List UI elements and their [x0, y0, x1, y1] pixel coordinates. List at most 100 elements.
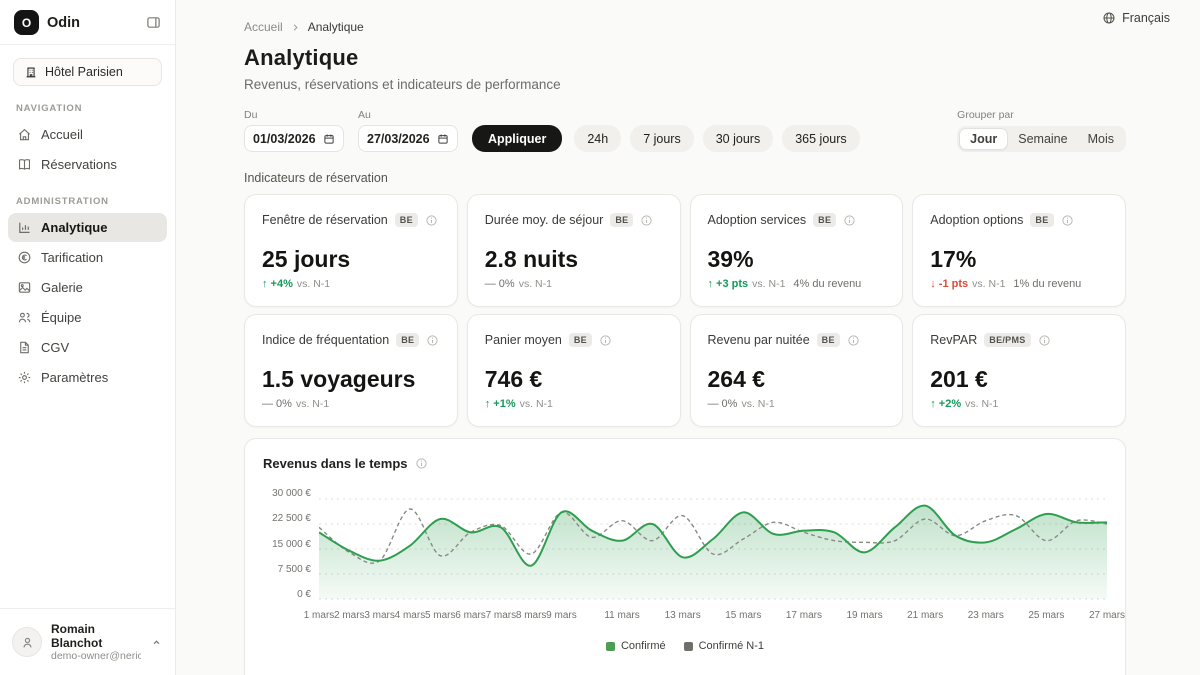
kpi-delta: ↓ -1 pts — [930, 278, 968, 290]
sidebar-item-tarification[interactable]: Tarification — [8, 243, 167, 272]
y-tick-label: 22 500 € — [263, 513, 311, 524]
info-icon[interactable] — [599, 334, 612, 347]
chart-title: Revenus dans le temps — [263, 456, 408, 471]
info-icon[interactable] — [415, 457, 428, 470]
user-name: Romain Blanchot — [51, 622, 141, 650]
preset-365days-button[interactable]: 365 jours — [782, 125, 859, 152]
sidebar-item-label: Accueil — [41, 127, 83, 142]
revenue-chart-card: Revenus dans le temps 30 000 €22 500 €15… — [244, 438, 1126, 675]
info-icon[interactable] — [843, 214, 856, 227]
sidebar-header: O Odin — [0, 0, 175, 45]
x-tick-label: 4 mars — [395, 610, 426, 621]
sidebar-item-galerie[interactable]: Galerie — [8, 273, 167, 302]
sidebar-item-label: CGV — [41, 340, 69, 355]
user-menu[interactable]: Romain Blanchot demo-owner@nerion... — [0, 608, 175, 675]
date-from-label: Du — [244, 109, 344, 121]
kpi-value: 25 jours — [262, 246, 440, 273]
info-icon[interactable] — [425, 214, 438, 227]
info-icon[interactable] — [426, 334, 439, 347]
info-icon[interactable] — [1061, 214, 1074, 227]
kpi-source-badge: BE — [813, 213, 836, 227]
chevron-up-icon — [150, 636, 163, 649]
date-from-input[interactable]: 01/03/2026 — [244, 125, 344, 152]
kpi-section-title: Indicateurs de réservation — [244, 171, 1126, 185]
kpi-value: 264 € — [708, 366, 886, 393]
x-tick-label: 9 mars — [546, 610, 577, 621]
kpi-title: Indice de fréquentation — [262, 333, 389, 347]
kpi-title: Adoption options — [930, 213, 1023, 227]
info-icon[interactable] — [640, 214, 653, 227]
globe-icon — [1102, 11, 1116, 25]
sidebar-item-label: Analytique — [41, 220, 107, 235]
kpi-value: 39% — [708, 246, 886, 273]
kpi-title: RevPAR — [930, 333, 977, 347]
date-to-input[interactable]: 27/03/2026 — [358, 125, 458, 152]
chart-plot-area[interactable]: 1 mars2 mars3 mars4 mars5 mars6 mars7 ma… — [319, 493, 1107, 626]
date-to-value: 27/03/2026 — [367, 132, 430, 146]
group-day-button[interactable]: Jour — [959, 128, 1008, 150]
legend-item[interactable]: Confirmé N-1 — [684, 640, 764, 652]
legend-label: Confirmé N-1 — [699, 640, 764, 652]
breadcrumb-home[interactable]: Accueil — [244, 20, 283, 34]
kpi-title: Fenêtre de réservation — [262, 213, 388, 227]
x-tick-label: 3 mars — [364, 610, 395, 621]
breadcrumb: Accueil Analytique — [244, 20, 1126, 34]
x-tick-label: 2 mars — [334, 610, 365, 621]
y-tick-label: 7 500 € — [263, 564, 311, 575]
kpi-card-1: Fenêtre de réservationBE25 jours↑ +4%vs.… — [244, 194, 458, 307]
kpi-delta: ↑ +1% — [485, 398, 516, 410]
preset-24h-button[interactable]: 24h — [574, 125, 621, 152]
building-icon — [24, 65, 38, 79]
language-selector[interactable]: Français — [1102, 11, 1170, 25]
legend-item[interactable]: Confirmé — [606, 640, 666, 652]
x-tick-label: 1 mars — [304, 610, 335, 621]
language-label: Français — [1122, 11, 1170, 25]
info-icon[interactable] — [847, 334, 860, 347]
sidebar-item-accueil[interactable]: Accueil — [8, 120, 167, 149]
kpi-delta: ↑ +3 pts — [708, 278, 749, 290]
date-to-label: Au — [358, 109, 458, 121]
preset-7days-button[interactable]: 7 jours — [630, 125, 694, 152]
sidebar-item-cgv[interactable]: CGV — [8, 333, 167, 362]
chart-y-axis: 30 000 €22 500 €15 000 €7 500 €0 € — [263, 488, 319, 600]
apply-button[interactable]: Appliquer — [472, 125, 562, 152]
kpi-delta-comparison: vs. N-1 — [741, 398, 774, 410]
gear-icon — [17, 370, 32, 385]
sidebar-item-equipe[interactable]: Équipe — [8, 303, 167, 332]
kpi-extra: 4% du revenu — [793, 278, 861, 290]
sidebar-item-analytique[interactable]: Analytique — [8, 213, 167, 242]
x-tick-label: 25 mars — [1028, 610, 1064, 621]
sidebar-item-reservations[interactable]: Réservations — [8, 150, 167, 179]
group-month-button[interactable]: Mois — [1078, 128, 1124, 150]
sidebar-item-parametres[interactable]: Paramètres — [8, 363, 167, 392]
kpi-card-3: Adoption servicesBE39%↑ +3 ptsvs. N-14% … — [690, 194, 904, 307]
kpi-delta: — 0% — [485, 278, 515, 290]
kpi-card-7: Revenu par nuitéeBE264 €— 0%vs. N-1 — [690, 314, 904, 427]
sidebar-nav: NAVIGATIONAccueilRéservationsADMINISTRAT… — [0, 103, 175, 392]
x-tick-label: 13 mars — [665, 610, 701, 621]
hotel-name: Hôtel Parisien — [45, 65, 123, 79]
y-tick-label: 30 000 € — [263, 488, 311, 499]
hotel-selector[interactable]: Hôtel Parisien — [13, 58, 162, 86]
calendar-icon — [323, 133, 335, 145]
kpi-delta: ↑ +4% — [262, 278, 293, 290]
chart-x-axis: 1 mars2 mars3 mars4 mars5 mars6 mars7 ma… — [319, 610, 1107, 626]
home-icon — [17, 127, 32, 142]
sidebar: O Odin Hôtel Parisien NAVIGATIONAccueilR… — [0, 0, 176, 675]
chart-legend: Confirmé Confirmé N-1 — [263, 640, 1107, 652]
kpi-delta-comparison: vs. N-1 — [296, 398, 329, 410]
kpi-card-8: RevPARBE/PMS201 €↑ +2%vs. N-1 — [912, 314, 1126, 427]
info-icon[interactable] — [1038, 334, 1051, 347]
sidebar-item-label: Tarification — [41, 250, 103, 265]
kpi-source-badge: BE — [1030, 213, 1053, 227]
logo-initial: O — [22, 16, 31, 30]
kpi-delta: — 0% — [708, 398, 738, 410]
odin-logo: O — [14, 10, 39, 35]
kpi-source-badge: BE — [569, 333, 592, 347]
kpi-title: Durée moy. de séjour — [485, 213, 604, 227]
preset-30days-button[interactable]: 30 jours — [703, 125, 773, 152]
group-week-button[interactable]: Semaine — [1008, 128, 1077, 150]
kpi-delta: ↑ +2% — [930, 398, 961, 410]
collapse-sidebar-icon[interactable] — [146, 15, 161, 30]
kpi-value: 2.8 nuits — [485, 246, 663, 273]
